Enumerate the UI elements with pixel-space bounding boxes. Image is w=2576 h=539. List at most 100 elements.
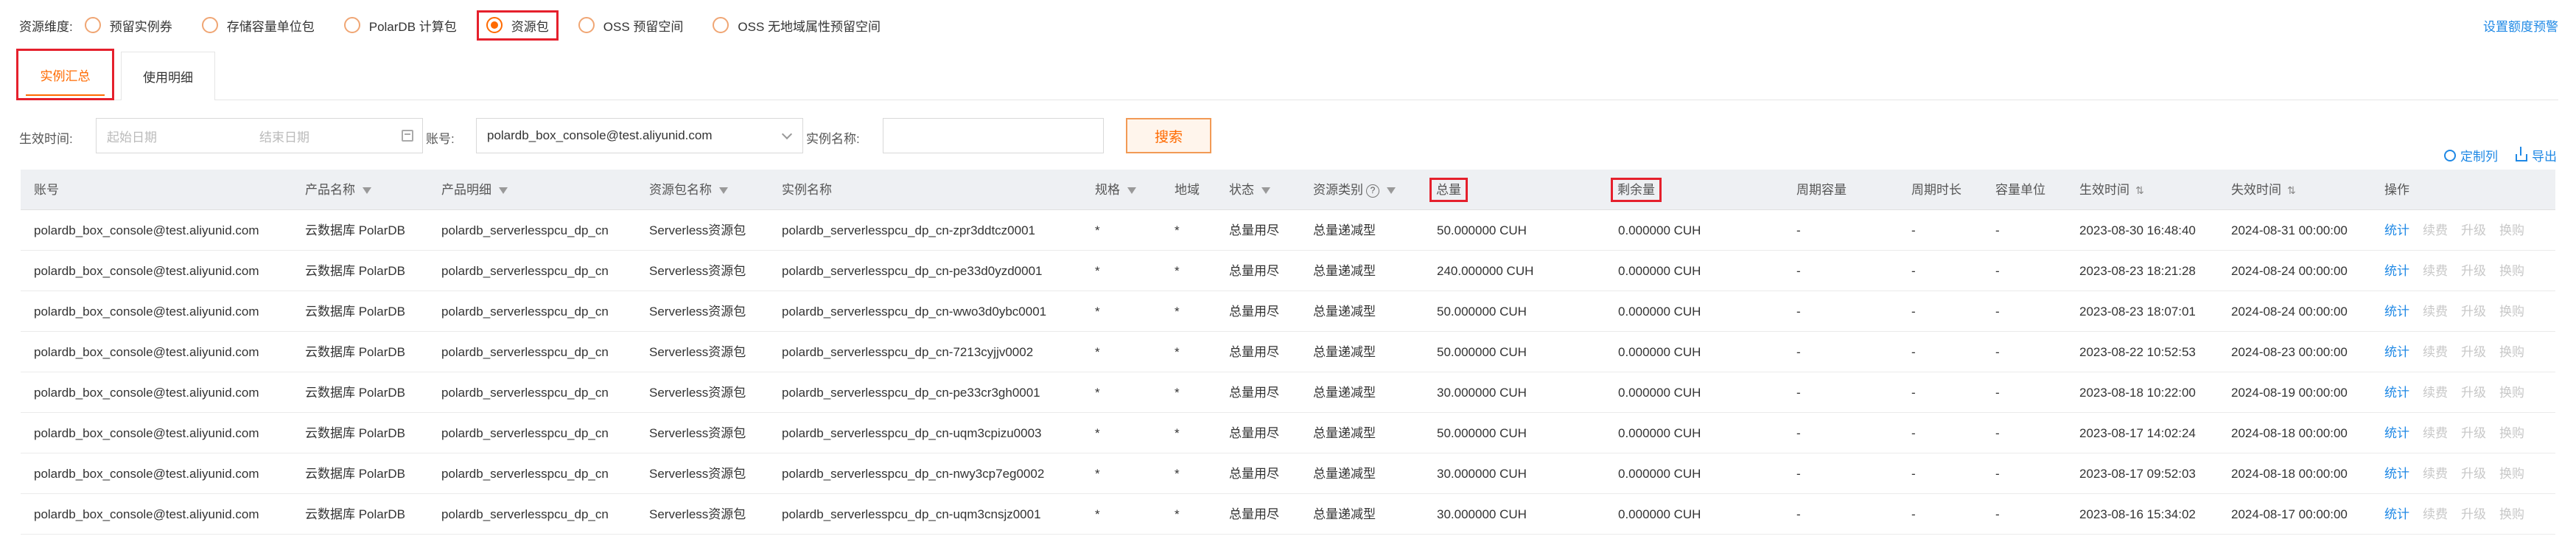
upgrade-link: 升级 xyxy=(2461,467,2486,481)
stats-link[interactable]: 统计 xyxy=(2384,223,2409,237)
cell-total: 30.000000 CUH xyxy=(1437,386,1527,400)
filter-funnel-icon[interactable] xyxy=(719,187,728,195)
cell-rtype: 总量递减型 xyxy=(1313,223,1376,237)
cell-account: polardb_box_console@test.aliyunid.com xyxy=(34,345,259,359)
cell-pcap: - xyxy=(1796,467,1801,481)
stats-link[interactable]: 统计 xyxy=(2384,426,2409,440)
tab-usage-details[interactable]: 使用明细 xyxy=(121,52,215,100)
table-row: polardb_box_console@test.aliyunid.com 云数据… xyxy=(21,494,2555,535)
cell-pcap: - xyxy=(1796,386,1801,400)
cell-instance: polardb_serverlesspcu_dp_cn-pe33d0yzd000… xyxy=(782,264,1043,278)
renew-link: 续费 xyxy=(2423,264,2448,278)
cell-detail: polardb_serverlesspcu_dp_cn xyxy=(441,507,609,521)
cell-instance: polardb_serverlesspcu_dp_cn-uqm3cnsjz000… xyxy=(782,507,1041,521)
col-account: 账号 xyxy=(34,183,59,197)
table-tools: 定制列 导出 xyxy=(2444,146,2557,164)
cell-instance: polardb_serverlesspcu_dp_cn-wwo3d0ybc000… xyxy=(782,305,1047,319)
renew-link: 续费 xyxy=(2423,223,2448,237)
cell-product: 云数据库 PolarDB xyxy=(305,305,406,319)
cell-pcap: - xyxy=(1796,426,1801,440)
export-button[interactable]: 导出 xyxy=(2516,146,2557,164)
cell-end: 2024-08-31 00:00:00 xyxy=(2231,223,2348,237)
cell-plen: - xyxy=(1911,264,1916,278)
filter-funnel-icon[interactable] xyxy=(1387,187,1396,195)
cell-account: polardb_box_console@test.aliyunid.com xyxy=(34,223,259,237)
cell-unit: - xyxy=(1995,426,2000,440)
cell-plen: - xyxy=(1911,426,1916,440)
resource-table: 账号 产品名称 产品明细 资源包名称 实例名称 规格 地域 状态 资源类别? 总… xyxy=(21,170,2555,535)
filter-funnel-icon[interactable] xyxy=(363,187,371,195)
customize-columns-button[interactable]: 定制列 xyxy=(2444,146,2498,164)
stats-link[interactable]: 统计 xyxy=(2384,345,2409,359)
renew-link: 续费 xyxy=(2423,386,2448,400)
cell-region: * xyxy=(1175,467,1180,481)
cell-status: 总量用尽 xyxy=(1229,345,1279,359)
col-resource-type: 资源类别? xyxy=(1313,170,1396,210)
cell-status: 总量用尽 xyxy=(1229,223,1279,237)
col-instance-name: 实例名称 xyxy=(782,183,832,197)
row-operations: 统计 续费 升级 换购 xyxy=(2384,453,2538,494)
cell-remain: 0.000000 CUH xyxy=(1618,345,1701,359)
sort-icon[interactable]: ⇅ xyxy=(2135,184,2144,196)
cell-end: 2024-08-24 00:00:00 xyxy=(2231,305,2348,319)
col-package-name: 资源包名称 xyxy=(649,170,728,210)
cell-region: * xyxy=(1175,426,1180,440)
stats-link[interactable]: 统计 xyxy=(2384,264,2409,278)
instance-name-input[interactable] xyxy=(883,118,1104,153)
upgrade-link: 升级 xyxy=(2461,386,2486,400)
col-region: 地域 xyxy=(1175,183,1200,197)
cell-spec: * xyxy=(1095,264,1100,278)
cell-spec: * xyxy=(1095,345,1100,359)
table-row: polardb_box_console@test.aliyunid.com 云数据… xyxy=(21,291,2555,332)
radio-polardb-compute-package[interactable]: PolarDB 计算包 xyxy=(343,16,457,35)
radio-circle-icon xyxy=(343,17,360,33)
radio-oss-no-region-reserved-space[interactable]: OSS 无地域属性预留空间 xyxy=(713,16,881,35)
upgrade-link: 升级 xyxy=(2461,426,2486,440)
sort-icon[interactable]: ⇅ xyxy=(2287,184,2296,196)
col-period-length: 周期时长 xyxy=(1911,183,1961,197)
account-select[interactable]: polardb_box_console@test.aliyunid.com xyxy=(476,118,803,153)
radio-storage-capacity-unit[interactable]: 存储容量单位包 xyxy=(201,16,315,35)
cell-account: polardb_box_console@test.aliyunid.com xyxy=(34,264,259,278)
tab-bar: 实例汇总 使用明细 xyxy=(16,49,2558,100)
table-row: polardb_box_console@test.aliyunid.com 云数据… xyxy=(21,210,2555,251)
help-icon[interactable]: ? xyxy=(1366,184,1379,198)
col-product-detail: 产品明细 xyxy=(441,170,508,210)
cell-unit: - xyxy=(1995,223,2000,237)
search-button[interactable]: 搜索 xyxy=(1126,118,1211,153)
upgrade-link: 升级 xyxy=(2461,345,2486,359)
exchange-link: 换购 xyxy=(2499,345,2524,359)
filter-bar: 生效时间: 起始日期 结束日期 账号: polardb_box_console@… xyxy=(19,118,2524,153)
cell-unit: - xyxy=(1995,467,2000,481)
quota-alert-link[interactable]: 设置额度预警 xyxy=(2483,16,2558,35)
filter-funnel-icon[interactable] xyxy=(1261,187,1270,195)
filter-funnel-icon[interactable] xyxy=(499,187,508,195)
cell-package: Serverless资源包 xyxy=(649,223,746,237)
cell-detail: polardb_serverlesspcu_dp_cn xyxy=(441,305,609,319)
cell-start: 2023-08-16 15:34:02 xyxy=(2079,507,2196,521)
stats-link[interactable]: 统计 xyxy=(2384,305,2409,319)
cell-instance: polardb_serverlesspcu_dp_cn-7213cyjjv000… xyxy=(782,345,1034,359)
table-header: 账号 产品名称 产品明细 资源包名称 实例名称 规格 地域 状态 资源类别? 总… xyxy=(21,170,2555,210)
cell-instance: polardb_serverlesspcu_dp_cn-nwy3cp7eg000… xyxy=(782,467,1045,481)
instance-name-label: 实例名称: xyxy=(806,132,860,146)
cell-region: * xyxy=(1175,223,1180,237)
cell-total: 50.000000 CUH xyxy=(1437,426,1527,440)
date-range-picker[interactable]: 起始日期 结束日期 xyxy=(96,118,423,153)
effective-time-label: 生效时间: xyxy=(19,132,73,146)
cell-detail: polardb_serverlesspcu_dp_cn xyxy=(441,223,609,237)
stats-link[interactable]: 统计 xyxy=(2384,467,2409,481)
stats-link[interactable]: 统计 xyxy=(2384,386,2409,400)
tab-instance-summary[interactable]: 实例汇总 xyxy=(16,49,114,100)
upgrade-link: 升级 xyxy=(2461,305,2486,319)
stats-link[interactable]: 统计 xyxy=(2384,507,2409,521)
cell-plen: - xyxy=(1911,305,1916,319)
radio-reserved-instance[interactable]: 预留实例券 xyxy=(84,16,172,35)
radio-resource-package[interactable]: 资源包 xyxy=(476,10,559,41)
row-operations: 统计 续费 升级 换购 xyxy=(2384,372,2538,413)
filter-funnel-icon[interactable] xyxy=(1127,187,1136,195)
cell-package: Serverless资源包 xyxy=(649,426,746,440)
cell-detail: polardb_serverlesspcu_dp_cn xyxy=(441,467,609,481)
radio-oss-reserved-space[interactable]: OSS 预留空间 xyxy=(578,16,683,35)
exchange-link: 换购 xyxy=(2499,264,2524,278)
